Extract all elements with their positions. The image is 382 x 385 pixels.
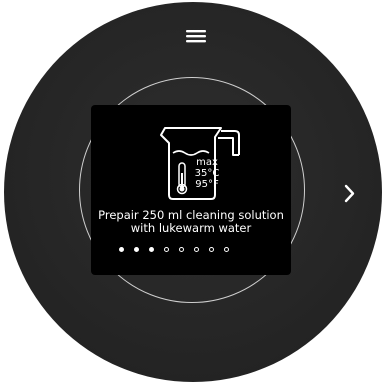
pagination-dot xyxy=(164,247,169,252)
pagination-dot xyxy=(224,247,229,252)
next-step-button[interactable] xyxy=(338,180,362,208)
pagination-dot xyxy=(194,247,199,252)
menu-button[interactable] xyxy=(184,26,208,46)
pagination-dot xyxy=(179,247,184,252)
pagination-dot xyxy=(119,247,124,252)
chevron-right-icon xyxy=(344,184,355,203)
instruction-text: Prepair 250 ml cleaning solution with lu… xyxy=(96,209,286,235)
instruction-line-2: with lukewarm water xyxy=(130,221,252,235)
jug-temp-fahrenheit: 95°F xyxy=(195,179,219,190)
hamburger-menu-icon xyxy=(186,30,206,43)
jug-max-label: max xyxy=(196,157,218,168)
pagination-dot xyxy=(134,247,139,252)
device-panel: max 35°C 95°F Prepair 250 ml cleaning so… xyxy=(0,0,382,385)
step-pagination xyxy=(119,246,229,254)
pagination-dot xyxy=(149,247,154,252)
pagination-dot xyxy=(209,247,214,252)
jug-temp-celsius: 35°C xyxy=(194,168,220,179)
thermometer-icon xyxy=(176,162,188,195)
